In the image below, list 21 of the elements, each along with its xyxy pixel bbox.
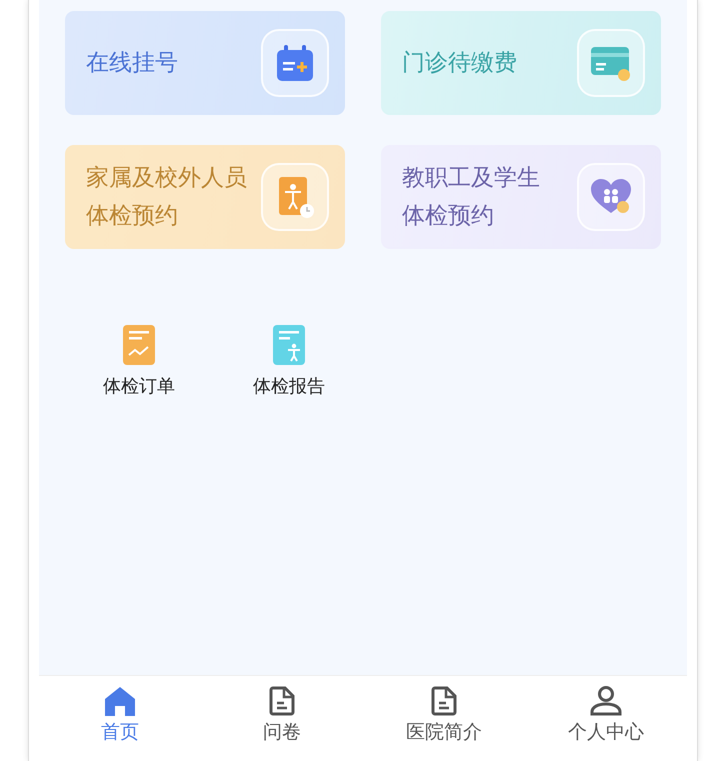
tab-button[interactable]: 问卷	[201, 676, 363, 761]
shortcut-button[interactable]: 体检订单	[95, 325, 183, 400]
tab-button[interactable]: 医院简介	[363, 676, 525, 761]
shortcut-button[interactable]: 体检报告	[245, 325, 333, 400]
tab-button[interactable]: 首页	[39, 676, 201, 761]
home-icon	[104, 686, 136, 716]
card-title-line: 体检预约	[86, 202, 179, 231]
user-icon	[589, 686, 623, 716]
card-title: 在线挂号	[86, 49, 178, 78]
person-document-icon	[273, 325, 305, 365]
tab-button[interactable]: 个人中心	[525, 676, 687, 761]
document-icon	[431, 686, 457, 716]
calendar-icon	[275, 43, 315, 83]
service-card[interactable]: 在线挂号	[65, 11, 345, 115]
card-title-line: 教职工及学生	[402, 164, 540, 193]
card-title-line: 家属及校外人员	[86, 164, 247, 193]
chart-document-icon	[123, 325, 155, 365]
document-icon	[269, 686, 295, 716]
card-title: 门诊待缴费	[402, 49, 517, 78]
card-title-line: 体检预约	[402, 202, 495, 231]
service-card[interactable]: 教职工及学生 体检预约	[381, 145, 661, 249]
